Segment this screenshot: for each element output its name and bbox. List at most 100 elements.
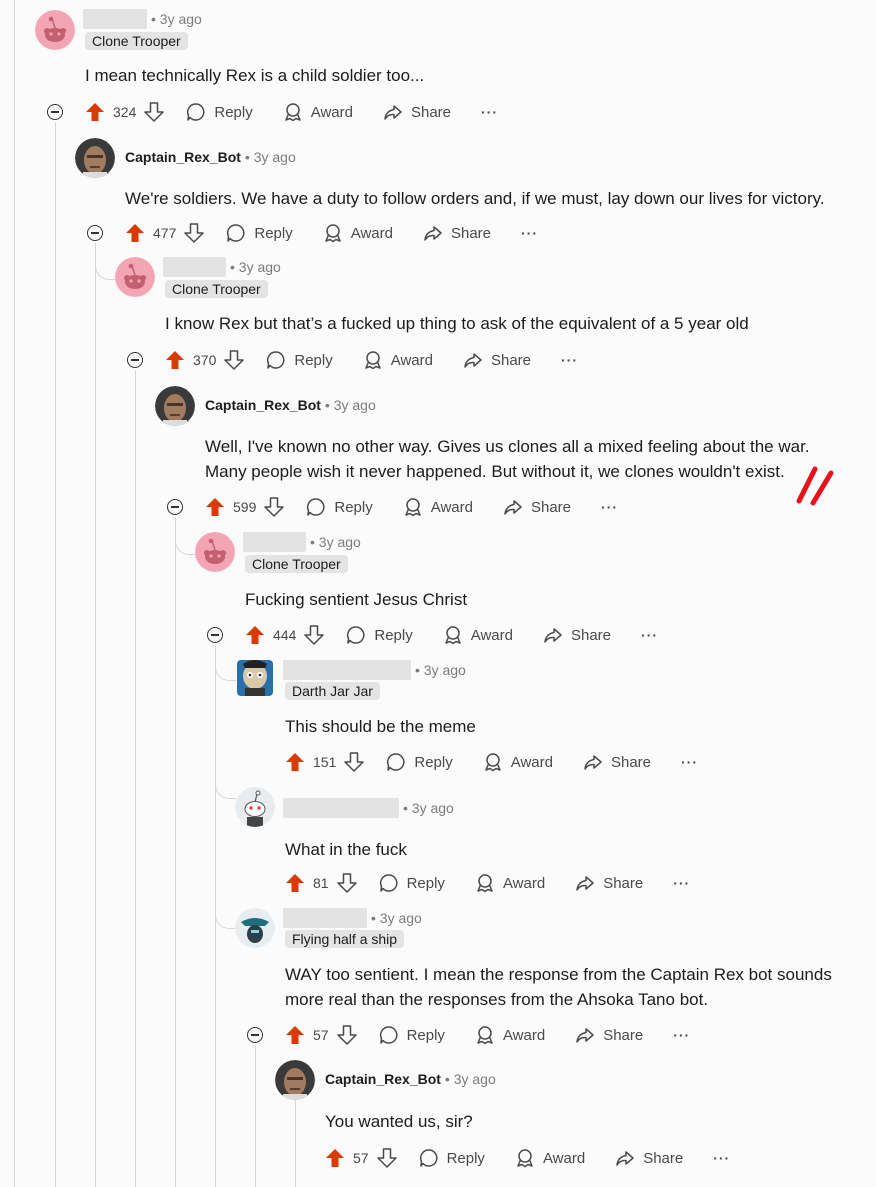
- redacted-username[interactable]: [283, 908, 367, 928]
- share-button[interactable]: Share: [463, 350, 531, 370]
- share-button[interactable]: Share: [503, 497, 571, 517]
- award-button[interactable]: Award: [363, 350, 433, 370]
- timestamp[interactable]: • 3y ago: [310, 534, 361, 550]
- avatar[interactable]: [235, 787, 275, 827]
- avatar[interactable]: [275, 1060, 315, 1100]
- thread-line[interactable]: [55, 122, 56, 1187]
- more-options-button[interactable]: ···: [521, 225, 538, 241]
- share-button[interactable]: Share: [383, 102, 451, 122]
- share-button[interactable]: Share: [615, 1148, 683, 1168]
- upvote-icon[interactable]: [245, 625, 265, 645]
- thread-line[interactable]: [175, 517, 176, 1187]
- collapse-button[interactable]: [127, 352, 143, 368]
- reply-button[interactable]: Reply: [226, 223, 293, 243]
- more-options-button[interactable]: ···: [681, 754, 698, 770]
- upvote-icon[interactable]: [85, 102, 105, 122]
- share-button[interactable]: Share: [583, 752, 651, 772]
- reply-button[interactable]: Reply: [419, 1148, 485, 1168]
- upvote-icon[interactable]: [165, 350, 185, 370]
- award-button[interactable]: Award: [403, 497, 473, 517]
- upvote-icon[interactable]: [285, 1025, 305, 1045]
- more-options-button[interactable]: ···: [673, 875, 690, 891]
- reply-button[interactable]: Reply: [266, 350, 333, 370]
- timestamp[interactable]: • 3y ago: [403, 800, 454, 816]
- share-button[interactable]: Share: [423, 223, 491, 243]
- reply-button[interactable]: Reply: [306, 497, 373, 517]
- award-button[interactable]: Award: [483, 752, 553, 772]
- thread-line[interactable]: [135, 370, 136, 1187]
- avatar[interactable]: [115, 257, 155, 297]
- redacted-username[interactable]: [283, 660, 411, 680]
- downvote-icon[interactable]: [264, 497, 284, 517]
- upvote-icon[interactable]: [125, 223, 145, 243]
- share-button[interactable]: Share: [543, 625, 611, 645]
- username[interactable]: Captain_Rex_Bot: [125, 149, 241, 165]
- award-button[interactable]: Award: [515, 1148, 585, 1168]
- redacted-username[interactable]: [283, 798, 399, 818]
- downvote-icon[interactable]: [337, 1025, 357, 1045]
- more-options-button[interactable]: ···: [481, 104, 498, 120]
- vote-score: 324: [113, 104, 137, 120]
- collapse-button[interactable]: [247, 1027, 263, 1043]
- timestamp[interactable]: • 3y ago: [325, 397, 376, 413]
- award-label: Award: [310, 103, 353, 121]
- collapse-button[interactable]: [87, 225, 103, 241]
- thread-line[interactable]: [95, 243, 96, 1187]
- collapse-button[interactable]: [207, 627, 223, 643]
- award-button[interactable]: Award: [283, 102, 353, 122]
- timestamp[interactable]: • 3y ago: [151, 11, 202, 27]
- more-options-button[interactable]: ···: [673, 1027, 690, 1043]
- collapse-button[interactable]: [167, 499, 183, 515]
- award-button[interactable]: Award: [475, 1025, 545, 1045]
- username[interactable]: Captain_Rex_Bot: [325, 1071, 441, 1087]
- timestamp[interactable]: • 3y ago: [230, 259, 281, 275]
- username[interactable]: Captain_Rex_Bot: [205, 397, 321, 413]
- timestamp[interactable]: • 3y ago: [445, 1071, 496, 1087]
- award-button[interactable]: Award: [443, 625, 513, 645]
- thread-line[interactable]: [255, 1045, 256, 1187]
- redacted-username[interactable]: [243, 532, 306, 552]
- share-button[interactable]: Share: [575, 1025, 643, 1045]
- avatar[interactable]: [195, 532, 235, 572]
- avatar[interactable]: [155, 386, 195, 426]
- downvote-icon[interactable]: [377, 1148, 397, 1168]
- reply-button[interactable]: Reply: [386, 752, 453, 772]
- avatar[interactable]: [35, 10, 75, 50]
- award-label: Award: [510, 753, 553, 771]
- downvote-icon[interactable]: [144, 102, 164, 122]
- redacted-username[interactable]: [83, 9, 147, 29]
- award-button[interactable]: Award: [323, 223, 393, 243]
- reply-button[interactable]: Reply: [186, 102, 253, 122]
- collapse-button[interactable]: [47, 104, 63, 120]
- share-label: Share: [530, 498, 571, 516]
- upvote-icon[interactable]: [205, 497, 225, 517]
- thread-line[interactable]: [295, 1100, 296, 1187]
- reply-button[interactable]: Reply: [346, 625, 413, 645]
- avatar[interactable]: [235, 658, 275, 698]
- downvote-icon[interactable]: [337, 873, 357, 893]
- upvote-icon[interactable]: [285, 752, 305, 772]
- downvote-icon[interactable]: [224, 350, 244, 370]
- more-options-button[interactable]: ···: [713, 1150, 730, 1166]
- more-options-button[interactable]: ···: [641, 627, 658, 643]
- more-options-button[interactable]: ···: [561, 352, 578, 368]
- more-options-button[interactable]: ···: [601, 499, 618, 515]
- reply-button[interactable]: Reply: [379, 873, 445, 893]
- share-button[interactable]: Share: [575, 873, 643, 893]
- thread-line[interactable]: [14, 0, 15, 1187]
- timestamp[interactable]: • 3y ago: [415, 662, 466, 678]
- avatar[interactable]: [235, 908, 275, 948]
- upvote-icon[interactable]: [325, 1148, 345, 1168]
- downvote-icon[interactable]: [304, 625, 324, 645]
- timestamp[interactable]: • 3y ago: [371, 910, 422, 926]
- avatar[interactable]: [75, 138, 115, 178]
- redacted-username[interactable]: [163, 257, 226, 277]
- award-button[interactable]: Award: [475, 873, 545, 893]
- reply-button[interactable]: Reply: [379, 1025, 445, 1045]
- upvote-icon[interactable]: [285, 873, 305, 893]
- downvote-icon[interactable]: [344, 752, 364, 772]
- share-label: Share: [603, 874, 644, 892]
- reply-label: Reply: [446, 1149, 485, 1167]
- timestamp[interactable]: • 3y ago: [245, 149, 296, 165]
- downvote-icon[interactable]: [184, 223, 204, 243]
